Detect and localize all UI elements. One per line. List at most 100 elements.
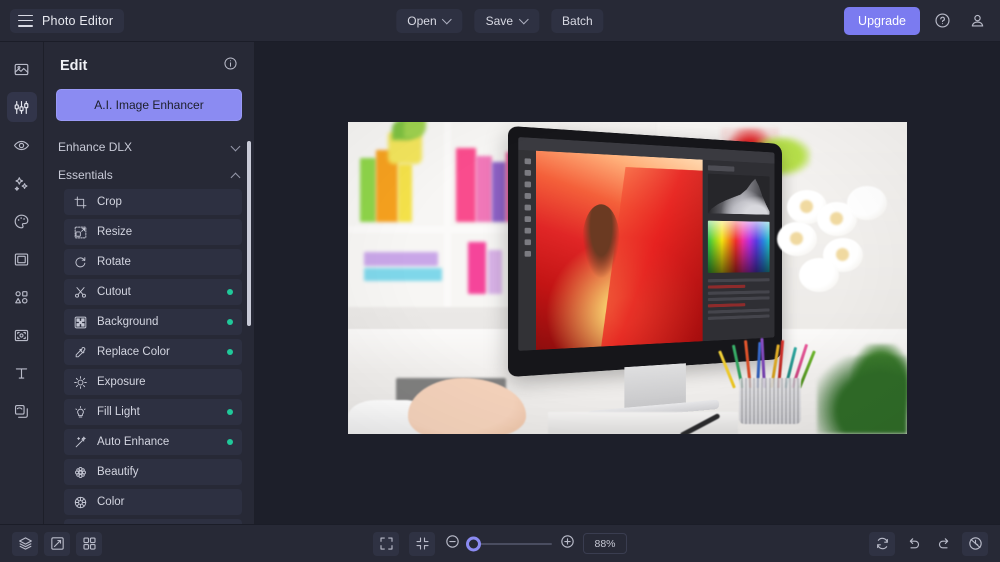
history-button[interactable] <box>962 531 988 556</box>
help-circle-icon <box>934 13 950 28</box>
fit-screen-button[interactable] <box>373 531 399 556</box>
rail-item-text[interactable] <box>7 358 37 388</box>
expand-icon <box>379 537 393 550</box>
zoom-level-value[interactable]: 88% <box>583 533 627 554</box>
page-title: Edit <box>60 58 88 74</box>
panel-scrollbar[interactable] <box>247 133 251 524</box>
group-enhance-dlx-label: Enhance DLX <box>58 140 133 154</box>
main-body: Edit A.I. Image Enhancer Enhance DLX Ess… <box>0 42 1000 524</box>
tool-replace-color[interactable]: Replace Color <box>64 339 242 365</box>
rail-item-frame[interactable] <box>7 244 37 274</box>
tool-auto-enhance[interactable]: Auto Enhance <box>64 429 242 455</box>
tool-exposure-label: Exposure <box>97 376 146 388</box>
zoom-slider-group: 88% <box>445 533 627 554</box>
rail-item-adjust[interactable] <box>6 92 37 122</box>
canvas-stage[interactable] <box>255 42 1000 524</box>
hamburger-icon <box>18 14 33 27</box>
status-badge <box>227 439 233 445</box>
tool-fill-light[interactable]: Fill Light <box>64 399 242 425</box>
reset-button[interactable] <box>869 531 895 556</box>
frame-icon <box>14 252 29 266</box>
rail-item-effects[interactable] <box>7 168 37 198</box>
tool-color[interactable]: Color <box>64 489 242 515</box>
compare-icon <box>50 537 64 550</box>
rail-item-eye[interactable] <box>7 130 37 160</box>
scissors-icon <box>73 285 87 299</box>
bottom-left-tools <box>12 531 102 556</box>
tool-resize[interactable]: Resize <box>64 219 242 245</box>
tool-replace-color-label: Replace Color <box>97 346 170 358</box>
tool-beautify[interactable]: Beautify <box>64 459 242 485</box>
minus-circle-icon <box>446 534 459 548</box>
tool-rotate[interactable]: Rotate <box>64 249 242 275</box>
undo-button[interactable] <box>900 532 926 556</box>
grid-button[interactable] <box>76 531 102 556</box>
collapse-icon <box>415 537 429 550</box>
tool-resize-label: Resize <box>97 226 133 238</box>
crop-icon <box>73 195 87 209</box>
photo-editor-app: Photo Editor Open Save Batch Upgrade Edi… <box>0 0 1000 562</box>
status-badge <box>227 319 233 325</box>
user-icon <box>971 14 983 27</box>
batch-button[interactable]: Batch <box>551 8 604 33</box>
crop-frame-icon <box>14 329 29 341</box>
rail-item-layers[interactable] <box>7 396 37 426</box>
tool-exposure[interactable]: Exposure <box>64 369 242 395</box>
zoom-slider-knob[interactable] <box>466 536 481 551</box>
group-essentials[interactable]: Essentials <box>56 161 242 189</box>
tool-beautify-label: Beautify <box>97 466 139 478</box>
rail-item-transform[interactable] <box>7 320 37 350</box>
tool-rail <box>0 42 44 524</box>
tool-background-label: Background <box>97 316 159 328</box>
chevron-up-icon <box>231 171 240 180</box>
top-bar: Photo Editor Open Save Batch Upgrade <box>0 0 1000 42</box>
actual-size-button[interactable] <box>409 531 435 556</box>
tool-cutout[interactable]: Cutout <box>64 279 242 305</box>
rail-item-shapes[interactable] <box>7 282 37 312</box>
chevron-down-icon <box>231 143 240 152</box>
canvas-area <box>255 42 1000 524</box>
tool-background[interactable]: Background <box>64 309 242 335</box>
group-essentials-label: Essentials <box>58 168 113 182</box>
account-button[interactable] <box>964 8 990 34</box>
tool-crop[interactable]: Crop <box>64 189 242 215</box>
batch-label: Batch <box>562 13 593 28</box>
redo-button[interactable] <box>931 532 957 556</box>
info-button[interactable] <box>223 56 238 76</box>
status-badge <box>227 409 233 415</box>
tool-auto-enhance-label: Auto Enhance <box>97 436 170 448</box>
zoom-slider-track[interactable] <box>466 536 552 551</box>
ai-image-enhancer-button[interactable]: A.I. Image Enhancer <box>56 89 242 121</box>
group-enhance-dlx[interactable]: Enhance DLX <box>56 133 242 161</box>
zoom-out-button[interactable] <box>445 534 460 554</box>
bottom-bar: 88% <box>0 524 1000 562</box>
upgrade-button[interactable]: Upgrade <box>844 6 920 35</box>
rail-item-image[interactable] <box>7 54 37 84</box>
zoom-in-button[interactable] <box>560 534 575 554</box>
save-menu-button[interactable]: Save <box>474 8 540 33</box>
rail-item-retouch[interactable] <box>7 206 37 236</box>
app-title: Photo Editor <box>42 13 114 28</box>
stack-icon <box>18 537 32 550</box>
open-menu-button[interactable]: Open <box>396 8 463 33</box>
app-menu-button[interactable]: Photo Editor <box>10 8 125 33</box>
magic-wand-icon <box>73 435 87 449</box>
edited-image[interactable] <box>348 122 907 434</box>
sparkles-icon <box>14 176 28 191</box>
rotate-icon <box>73 255 87 269</box>
shapes-icon <box>15 290 28 304</box>
compare-button[interactable] <box>44 531 70 556</box>
color-wheel-icon <box>73 495 87 509</box>
tool-crop-label: Crop <box>97 196 122 208</box>
status-badge <box>227 289 233 295</box>
help-button[interactable] <box>929 8 955 34</box>
resize-icon <box>73 225 87 239</box>
panel-scrollbar-thumb[interactable] <box>247 141 251 326</box>
eye-icon <box>13 140 30 150</box>
layers-button[interactable] <box>12 531 38 556</box>
plus-circle-icon <box>561 534 574 548</box>
image-icon <box>14 63 29 75</box>
tool-color-label: Color <box>97 496 125 508</box>
account-actions: Upgrade <box>844 6 990 35</box>
eyedropper-icon <box>73 345 87 359</box>
